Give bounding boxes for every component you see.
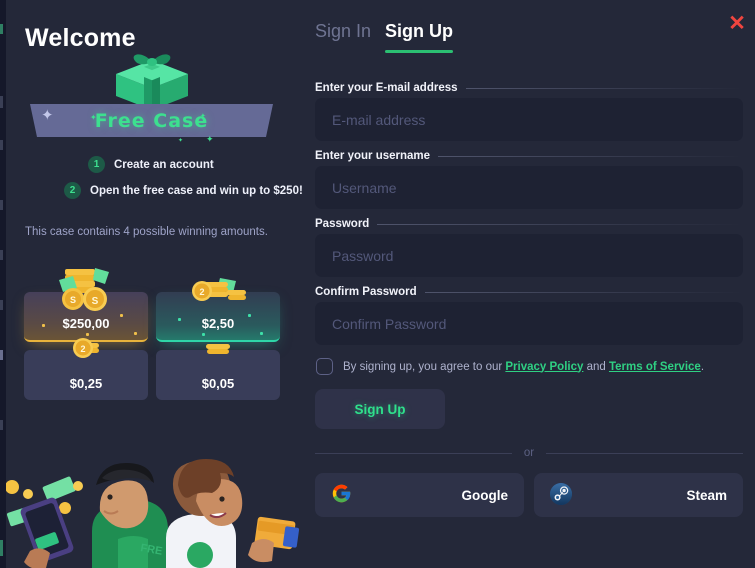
terms-suffix: .: [700, 360, 705, 373]
free-case-banner: Free Case: [30, 104, 273, 137]
google-login-button[interactable]: Google: [315, 473, 524, 517]
email-input[interactable]: [315, 98, 743, 141]
small-coin-icon: [204, 342, 232, 361]
auth-panel: ✕ Sign In Sign Up Enter your E-mail addr…: [303, 0, 755, 568]
prize-amount: $0,25: [69, 376, 103, 391]
svg-text:2: 2: [199, 287, 204, 297]
case-contents-note: This case contains 4 possible winning am…: [25, 226, 268, 238]
prize-card[interactable]: $0,05: [156, 344, 280, 400]
label-rule: [438, 155, 743, 157]
two-people-with-money-illustration: FRE: [0, 423, 303, 568]
background-page-sliver: [0, 0, 6, 568]
steps-list: 1 Create an account 2 Open the free case…: [64, 156, 303, 208]
password-label: Password: [315, 218, 370, 230]
free-case-banner-label: Free Case: [94, 109, 209, 132]
social-login-row: Google Steam: [315, 473, 743, 517]
password-field-group: Password: [315, 214, 743, 277]
username-input[interactable]: [315, 166, 743, 209]
step-number: 2: [64, 182, 81, 199]
signup-modal: Welcome Free Case ✦ ✦ ✦ ✦ ✦ 1 Create an …: [0, 0, 755, 568]
terms-conjunction: and: [583, 360, 609, 373]
divider-line-right: [546, 452, 744, 454]
confirm-password-input[interactable]: [315, 302, 743, 345]
google-icon: [331, 483, 352, 507]
terms-agreement: By signing up, you agree to our Privacy …: [316, 358, 743, 375]
steam-login-button[interactable]: Steam: [534, 473, 743, 517]
confirm-password-field-group: Confirm Password: [315, 282, 743, 345]
coins-stack-cash-icon: S S: [51, 266, 121, 317]
steam-icon: [550, 482, 572, 508]
prize-card[interactable]: 2 $2,50: [156, 278, 280, 342]
steam-login-label: Steam: [686, 487, 727, 503]
step-item: 2 Open the free case and win up to $250!: [64, 182, 303, 199]
svg-text:S: S: [70, 295, 76, 305]
promo-panel: Welcome Free Case ✦ ✦ ✦ ✦ ✦ 1 Create an …: [0, 0, 303, 568]
label-rule: [424, 291, 743, 293]
step-item: 1 Create an account: [88, 156, 288, 173]
divider-label: or: [523, 447, 535, 459]
gift-box-icon: [106, 48, 198, 110]
divider-line-left: [315, 452, 512, 454]
prize-amount: $2,50: [201, 316, 235, 331]
step-label: Open the free case and win up to $250!: [90, 184, 303, 197]
prize-amount: $250,00: [62, 316, 110, 331]
terms-text: By signing up, you agree to our Privacy …: [343, 361, 704, 373]
email-label: Enter your E-mail address: [315, 82, 458, 94]
password-input[interactable]: [315, 234, 743, 277]
terms-of-service-link[interactable]: Terms of Service: [609, 361, 701, 373]
svg-text:2: 2: [80, 344, 85, 354]
email-field-group: Enter your E-mail address: [315, 78, 743, 141]
privacy-policy-link[interactable]: Privacy Policy: [505, 361, 583, 373]
username-label: Enter your username: [315, 150, 431, 162]
terms-prefix: By signing up, you agree to our: [343, 360, 506, 373]
google-login-label: Google: [461, 487, 509, 503]
confirm-password-label: Confirm Password: [315, 286, 417, 298]
tab-sign-up[interactable]: Sign Up: [385, 21, 454, 53]
divider: or: [315, 447, 744, 459]
step-number: 1: [88, 156, 105, 173]
prize-amount: $0,05: [201, 376, 235, 391]
auth-tabs: Sign In Sign Up: [315, 21, 454, 53]
username-field-group: Enter your username: [315, 146, 743, 209]
signup-form: Enter your E-mail address Enter your use…: [315, 78, 744, 517]
svg-text:S: S: [92, 296, 99, 307]
close-icon[interactable]: ✕: [724, 10, 750, 36]
prize-grid: S S $250,00 2 $2,50 2 $0,25 $0,05: [24, 268, 280, 400]
sign-up-submit-button[interactable]: Sign Up: [315, 389, 445, 429]
sparkle-icon: ✦: [178, 138, 184, 144]
step-label: Create an account: [114, 158, 214, 171]
label-rule: [465, 87, 743, 89]
label-rule: [377, 223, 743, 225]
prize-card[interactable]: 2 $0,25: [24, 338, 148, 400]
single-coin-icon: 2: [69, 334, 103, 365]
tab-sign-in[interactable]: Sign In: [315, 21, 371, 53]
terms-checkbox[interactable]: [316, 358, 333, 375]
coins-cash-icon: 2: [186, 276, 250, 311]
